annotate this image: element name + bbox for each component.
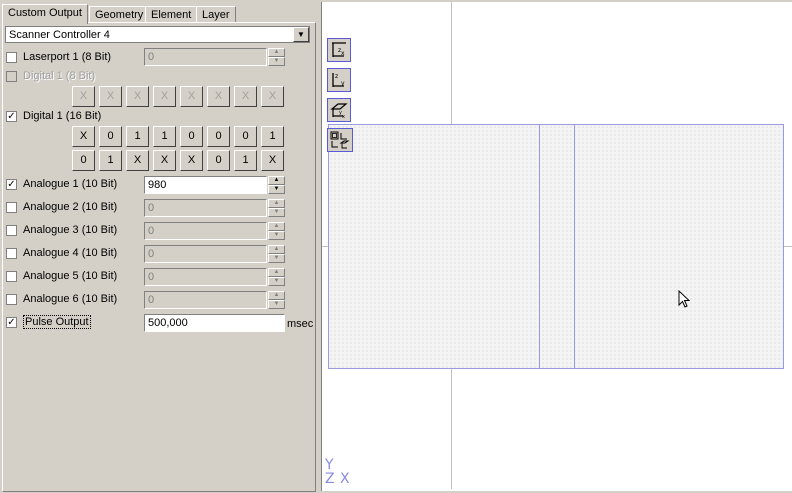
analogue1-spinner[interactable]: ▲ ▼	[268, 176, 285, 195]
analogue6-label: Analogue 6 (10 Bit)	[23, 293, 118, 305]
digital8-bit-button[interactable]: X	[261, 86, 284, 107]
digital16-bit-button[interactable]: X	[72, 126, 95, 147]
view-xz-button[interactable]: z x	[327, 38, 351, 62]
analogue6-spinner[interactable]: ▲ ▼	[268, 291, 285, 310]
pulse-value[interactable]: 500,000	[144, 314, 285, 332]
view-quad-button[interactable]	[327, 128, 353, 152]
chevron-down-icon[interactable]: ▼	[293, 27, 309, 42]
svg-text:x: x	[341, 50, 345, 57]
analogue5-spinner[interactable]: ▲ ▼	[268, 268, 285, 287]
digital16-bit-button[interactable]: 1	[261, 126, 284, 147]
pulse-unit: msec	[287, 318, 314, 330]
axis-yz-icon: z y	[332, 73, 345, 87]
analogue3-value[interactable]: 0	[144, 222, 267, 240]
properties-panel: Custom Output Geometry Element Layer Sca…	[0, 0, 316, 493]
analogue3-checkbox[interactable]	[6, 225, 17, 236]
axis-label-z: Z	[325, 471, 335, 487]
axis-label-x: X	[340, 471, 350, 487]
tab-custom-output[interactable]: Custom Output	[2, 4, 88, 24]
laserport-spinner[interactable]: ▲ ▼	[268, 48, 285, 67]
digital16-bit-button[interactable]: 0	[72, 150, 95, 171]
digital16-bit-button[interactable]: 1	[126, 126, 149, 147]
controller-select[interactable]: Scanner Controller 4 ▼	[5, 26, 310, 43]
work-area[interactable]	[328, 124, 784, 369]
pulse-checkbox[interactable]: ✓	[6, 317, 17, 328]
tab-geometry[interactable]: Geometry	[89, 6, 150, 23]
field-divider	[539, 125, 540, 368]
laserport-checkbox[interactable]	[6, 52, 17, 63]
digital16-bit-button[interactable]: X	[261, 150, 284, 171]
cursor-icon	[678, 290, 691, 308]
digital16-bit-button[interactable]: 0	[207, 126, 230, 147]
digital8-bit-button[interactable]: X	[99, 86, 122, 107]
svg-text:x: x	[342, 114, 345, 119]
analogue6-checkbox[interactable]	[6, 294, 17, 305]
digital16-bit-button[interactable]: 0	[207, 150, 230, 171]
view-3d-button[interactable]: y x	[327, 98, 351, 122]
digital8-bit-button[interactable]: X	[180, 86, 203, 107]
digital16-bit-button[interactable]: X	[126, 150, 149, 171]
digital16-bit-button[interactable]: 1	[153, 126, 176, 147]
analogue3-spinner[interactable]: ▲ ▼	[268, 222, 285, 241]
pulse-label: Pulse Output	[23, 315, 91, 329]
digital16-bit-button[interactable]: X	[180, 150, 203, 171]
quad-view-icon	[330, 131, 350, 149]
analogue4-spinner[interactable]: ▲ ▼	[268, 245, 285, 264]
analogue5-label: Analogue 5 (10 Bit)	[23, 270, 118, 282]
digital16-bit-button[interactable]: 0	[99, 126, 122, 147]
laserport-label: Laserport 1 (8 Bit)	[23, 51, 112, 63]
tab-layer[interactable]: Layer	[196, 6, 236, 23]
tab-element[interactable]: Element	[145, 6, 198, 23]
field-divider	[574, 125, 575, 368]
digital16-label: Digital 1 (16 Bit)	[23, 110, 102, 122]
analogue2-value[interactable]: 0	[144, 199, 267, 217]
laserport-value[interactable]: 0	[144, 48, 267, 66]
analogue2-label: Analogue 2 (10 Bit)	[23, 201, 118, 213]
digital16-bit-button[interactable]: 0	[234, 126, 257, 147]
digital16-checkbox[interactable]: ✓	[6, 111, 17, 122]
digital16-bit-button[interactable]: 1	[99, 150, 122, 171]
analogue5-checkbox[interactable]	[6, 271, 17, 282]
digital8-checkbox[interactable]	[6, 71, 17, 82]
analogue1-label: Analogue 1 (10 Bit)	[23, 178, 118, 190]
analogue2-checkbox[interactable]	[6, 202, 17, 213]
analogue3-label: Analogue 3 (10 Bit)	[23, 224, 118, 236]
digital8-bit-button[interactable]: X	[72, 86, 95, 107]
digital8-bit-button[interactable]: X	[126, 86, 149, 107]
analogue4-label: Analogue 4 (10 Bit)	[23, 247, 118, 259]
view-yz-button[interactable]: z y	[327, 68, 351, 92]
svg-text:y: y	[341, 80, 345, 87]
analogue5-value[interactable]: 0	[144, 268, 267, 286]
analogue1-value[interactable]: 980	[144, 176, 267, 194]
analogue4-checkbox[interactable]	[6, 248, 17, 259]
svg-text:z: z	[335, 73, 338, 80]
analogue2-spinner[interactable]: ▲ ▼	[268, 199, 285, 218]
controller-select-value: Scanner Controller 4	[9, 29, 110, 41]
digital16-bit-button[interactable]: 1	[234, 150, 257, 171]
digital8-label: Digital 1 (8 Bit)	[23, 70, 96, 82]
digital8-bit-button[interactable]: X	[207, 86, 230, 107]
analogue6-value[interactable]: 0	[144, 291, 267, 309]
digital16-bit-button[interactable]: X	[153, 150, 176, 171]
analogue4-value[interactable]: 0	[144, 245, 267, 263]
digital16-bit-button[interactable]: 0	[180, 126, 203, 147]
digital8-bit-button[interactable]: X	[153, 86, 176, 107]
analogue1-checkbox[interactable]: ✓	[6, 179, 17, 190]
digital8-bit-button[interactable]: X	[234, 86, 257, 107]
axis-xz-icon: z x	[332, 42, 346, 57]
canvas-view[interactable]: z x z y y x Y Z X	[321, 2, 792, 491]
axis-3d-icon: y x	[330, 103, 348, 119]
